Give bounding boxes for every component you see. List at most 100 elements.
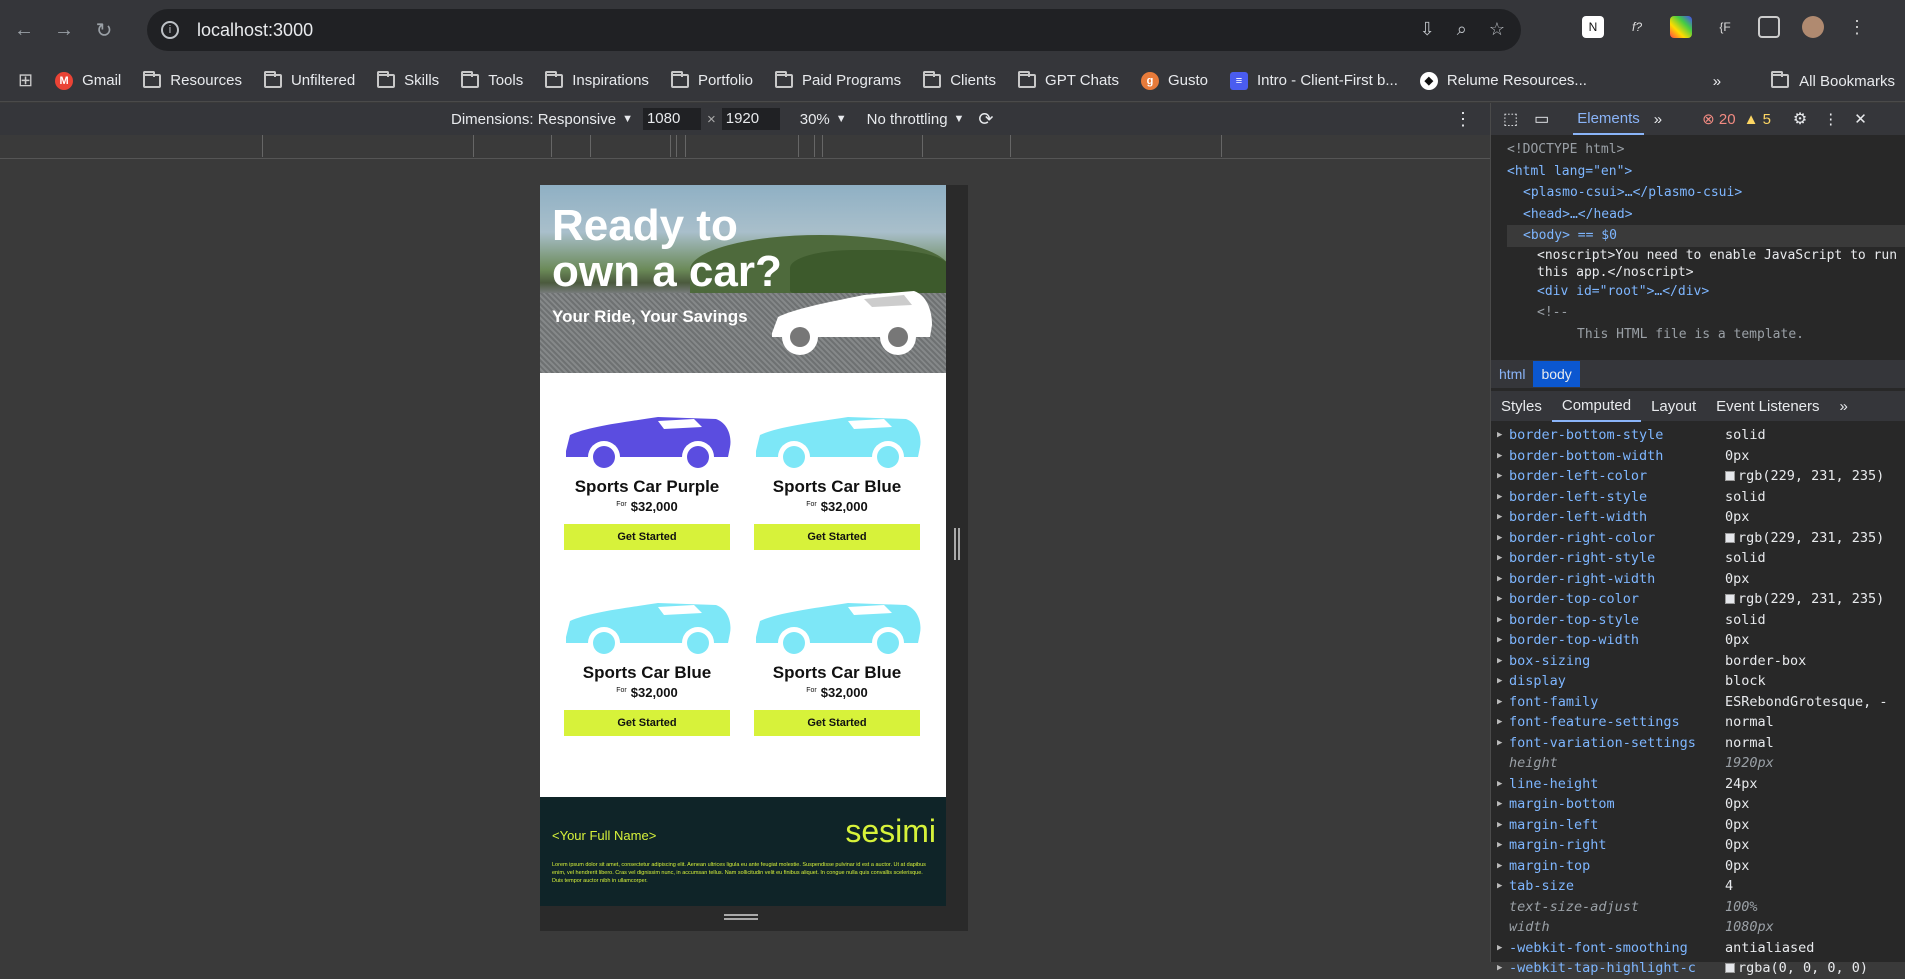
color-swatch[interactable]: [1725, 594, 1735, 605]
tab-elements[interactable]: Elements: [1573, 104, 1644, 135]
more-bookmarks-chevron[interactable]: »: [1713, 73, 1721, 90]
computed-property-row[interactable]: ▶ border-left-style solid: [1491, 487, 1905, 508]
computed-property-row[interactable]: ▶ font-variation-settings normal: [1491, 733, 1905, 754]
device-toggle-icon[interactable]: ▭: [1534, 109, 1549, 129]
dimensions-dropdown[interactable]: Dimensions: Responsive: [451, 111, 616, 128]
bookmark-gusto[interactable]: g Gusto: [1140, 71, 1208, 90]
computed-property-row[interactable]: ▶ margin-top 0px: [1491, 856, 1905, 877]
bookmark-star-icon[interactable]: ☆: [1489, 19, 1505, 40]
computed-property-row[interactable]: ▶ border-bottom-style solid: [1491, 425, 1905, 446]
bookmark-clients[interactable]: Clients: [923, 70, 996, 89]
computed-property-row[interactable]: ▶ border-left-width 0px: [1491, 507, 1905, 528]
chevron-down-icon[interactable]: ▼: [836, 113, 847, 125]
all-bookmarks[interactable]: All Bookmarks: [1799, 73, 1895, 90]
browser-menu-icon[interactable]: ⋮: [1846, 16, 1868, 38]
computed-property-row[interactable]: ▶ border-left-color rgb(229, 231, 235): [1491, 466, 1905, 487]
error-count[interactable]: ⊗ 20: [1702, 110, 1735, 128]
extension-font-icon[interactable]: f?: [1626, 16, 1648, 38]
inspect-element-icon[interactable]: ⬚: [1503, 109, 1518, 129]
bookmark-relume-resources[interactable]: ◆ Relume Resources...: [1419, 71, 1587, 90]
tab-event-listeners[interactable]: Event Listeners: [1706, 392, 1829, 421]
dom-comment[interactable]: <!--: [1507, 302, 1905, 324]
crumb-body[interactable]: body: [1533, 361, 1580, 387]
tab-computed[interactable]: Computed: [1551, 391, 1642, 422]
get-started-button[interactable]: Get Started: [754, 710, 920, 736]
expand-arrow-icon[interactable]: ▶: [1491, 943, 1505, 953]
close-icon[interactable]: ✕: [1854, 110, 1867, 128]
expand-arrow-icon[interactable]: ▶: [1491, 471, 1505, 481]
expand-arrow-icon[interactable]: ▶: [1491, 779, 1505, 789]
crumb-html[interactable]: html: [1491, 361, 1533, 387]
color-swatch[interactable]: [1725, 471, 1735, 482]
extension-brackets-icon[interactable]: {F: [1714, 16, 1736, 38]
zoom-icon[interactable]: ⌕: [1457, 19, 1467, 40]
warning-count[interactable]: ▲ 5: [1744, 111, 1771, 128]
computed-property-row[interactable]: ▶ margin-bottom 0px: [1491, 794, 1905, 815]
expand-arrow-icon[interactable]: ▶: [1491, 861, 1505, 871]
address-bar[interactable]: i localhost:3000 ⇩ ⌕ ☆: [147, 9, 1521, 51]
expand-arrow-icon[interactable]: ▶: [1491, 615, 1505, 625]
bookmark-resources[interactable]: Resources: [143, 70, 242, 89]
install-app-icon[interactable]: ⇩: [1420, 19, 1435, 40]
computed-property-row[interactable]: ▶ margin-left 0px: [1491, 815, 1905, 836]
expand-arrow-icon[interactable]: ▶: [1491, 512, 1505, 522]
computed-property-row[interactable]: ▶ margin-right 0px: [1491, 835, 1905, 856]
computed-property-row[interactable]: ▶ border-top-style solid: [1491, 610, 1905, 631]
extension-color-icon[interactable]: [1670, 16, 1692, 38]
expand-arrow-icon[interactable]: ▶: [1491, 820, 1505, 830]
bookmark-tools[interactable]: Tools: [461, 70, 523, 89]
bookmark-gmail[interactable]: M Gmail: [55, 71, 121, 90]
expand-arrow-icon[interactable]: ▶: [1491, 451, 1505, 461]
dom-root-div[interactable]: <div id="root">…</div>: [1507, 281, 1905, 303]
bookmark-intro-client-first[interactable]: ≡ Intro - Client-First b...: [1230, 71, 1398, 90]
more-tabs-chevron[interactable]: »: [1654, 111, 1662, 128]
computed-property-row[interactable]: ▶ border-top-width 0px: [1491, 630, 1905, 651]
expand-arrow-icon[interactable]: ▶: [1491, 881, 1505, 891]
chevron-down-icon[interactable]: ▼: [954, 113, 965, 125]
settings-gear-icon[interactable]: ⚙: [1793, 109, 1807, 129]
url-text[interactable]: localhost:3000: [197, 20, 313, 41]
get-started-button[interactable]: Get Started: [564, 710, 730, 736]
expand-arrow-icon[interactable]: ▶: [1491, 676, 1505, 686]
forward-arrow-icon[interactable]: →: [44, 10, 84, 50]
computed-property-row[interactable]: ▶ font-feature-settings normal: [1491, 712, 1905, 733]
computed-property-row[interactable]: ▶ -webkit-tap-highlight-c rgba(0, 0, 0, 0): [1491, 958, 1905, 979]
computed-property-row[interactable]: ▶ border-right-style solid: [1491, 548, 1905, 569]
computed-property-row[interactable]: ▶ -webkit-font-smoothing antialiased: [1491, 938, 1905, 959]
resize-handle-vertical[interactable]: [954, 528, 960, 560]
expand-arrow-icon[interactable]: ▶: [1491, 574, 1505, 584]
computed-property-row[interactable]: ▶ line-height 24px: [1491, 774, 1905, 795]
throttling-dropdown[interactable]: No throttling: [867, 111, 948, 128]
tab-layout[interactable]: Layout: [1641, 392, 1706, 421]
computed-property-row[interactable]: text-size-adjust 100%: [1491, 897, 1905, 918]
apps-grid-icon[interactable]: ⊞: [18, 70, 33, 91]
dom-head[interactable]: <head>…</head>: [1507, 204, 1905, 226]
devtools-menu-icon[interactable]: ⋮: [1823, 110, 1838, 128]
bookmark-portfolio[interactable]: Portfolio: [670, 70, 753, 89]
extensions-puzzle-icon[interactable]: [1758, 16, 1780, 38]
bookmark-inspirations[interactable]: Inspirations: [545, 70, 649, 89]
color-swatch[interactable]: [1725, 963, 1735, 974]
computed-property-row[interactable]: ▶ tab-size 4: [1491, 876, 1905, 897]
back-arrow-icon[interactable]: ←: [4, 10, 44, 50]
more-subtabs-chevron[interactable]: »: [1830, 392, 1858, 421]
rotate-icon[interactable]: ⟳: [978, 109, 993, 130]
computed-property-row[interactable]: ▶ display block: [1491, 671, 1905, 692]
expand-arrow-icon[interactable]: ▶: [1491, 717, 1505, 727]
computed-property-row[interactable]: ▶ border-top-color rgb(229, 231, 235): [1491, 589, 1905, 610]
resize-handle-horizontal[interactable]: [724, 914, 758, 920]
computed-property-row[interactable]: ▶ box-sizing border-box: [1491, 651, 1905, 672]
zoom-dropdown[interactable]: 30%: [800, 111, 830, 128]
expand-arrow-icon[interactable]: ▶: [1491, 553, 1505, 563]
dom-noscript[interactable]: <noscript>You need to enable JavaScript …: [1507, 247, 1905, 281]
dom-doctype[interactable]: <!DOCTYPE html>: [1507, 139, 1905, 161]
computed-property-row[interactable]: height 1920px: [1491, 753, 1905, 774]
computed-property-row[interactable]: ▶ font-family ESRebondGrotesque, -: [1491, 692, 1905, 713]
computed-property-row[interactable]: ▶ border-right-width 0px: [1491, 569, 1905, 590]
bookmark-unfiltered[interactable]: Unfiltered: [263, 70, 355, 89]
get-started-button[interactable]: Get Started: [754, 524, 920, 550]
media-query-ruler[interactable]: [0, 135, 1490, 159]
bookmark-paid-programs[interactable]: Paid Programs: [774, 70, 901, 89]
tab-styles[interactable]: Styles: [1491, 392, 1552, 421]
width-input[interactable]: 1080: [642, 108, 701, 130]
